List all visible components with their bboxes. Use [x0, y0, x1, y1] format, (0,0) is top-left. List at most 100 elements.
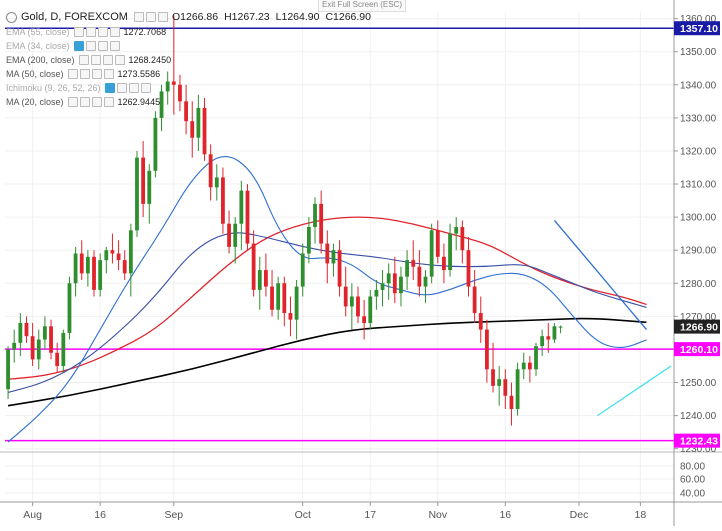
candle-body [184, 101, 189, 122]
candle-body [221, 177, 225, 224]
candle-body [331, 250, 336, 264]
eye-icon [133, 12, 144, 22]
candle-body [110, 250, 115, 254]
candle-body [546, 336, 551, 340]
price-label-text: 1260.10 [680, 344, 718, 356]
candle-body [171, 81, 176, 85]
candle-body [337, 250, 342, 287]
candle-body [73, 253, 78, 284]
candle-body [454, 227, 459, 234]
candle-body [55, 352, 60, 366]
price-tick-label: 1240.00 [680, 411, 717, 422]
time-tick-label: Sep [164, 509, 183, 521]
candle-body [442, 256, 446, 271]
legend-ichimoku[interactable]: Ichimoku (9, 26, 52, 26) [6, 81, 155, 94]
price-tick-label: 1280.00 [680, 279, 717, 290]
legend-ema-200[interactable]: EMA (200, close) 1268.2450 [6, 53, 171, 66]
time-tick-label: 17 [364, 509, 376, 521]
candle-body [497, 379, 502, 386]
candle-body [349, 296, 354, 307]
trendline [553, 220, 648, 331]
ohlc-close: C1266.90 [325, 11, 371, 23]
time-tick-label: Oct [295, 509, 311, 521]
symbol-logo-icon [6, 11, 17, 23]
sub-tick-label: 40.00 [680, 489, 705, 500]
candle-body [392, 273, 397, 294]
candle-body [558, 326, 563, 328]
price-tick-label: 1250.00 [680, 378, 717, 389]
candle-body [399, 276, 403, 294]
candle-body [49, 326, 53, 353]
candle-body [196, 107, 201, 138]
candle-body [263, 270, 268, 287]
candle-body [503, 379, 508, 396]
candle-body [165, 81, 170, 92]
symbol-name[interactable]: Gold, D, FOREXCOM [21, 11, 128, 23]
candle-body [515, 369, 520, 409]
candle-body [98, 260, 103, 290]
candle-body [509, 395, 514, 409]
candle-body [405, 260, 410, 277]
legend-ma-50[interactable]: MA (50, close) 1273.5586 [6, 67, 160, 80]
sub-tick-label: 80.00 [680, 462, 705, 473]
legend-tool-icons [73, 40, 120, 51]
sub-tick-label: 60.00 [680, 475, 705, 486]
price-label-text: 1266.90 [680, 322, 718, 334]
candle-body [423, 276, 428, 287]
symbol-tool-icons[interactable] [133, 12, 168, 22]
time-tick-label: 18 [635, 509, 647, 521]
candle-body [104, 250, 109, 261]
candle-body [417, 266, 422, 287]
candle-body [411, 260, 416, 267]
candle-body [325, 243, 330, 264]
candle-body [527, 362, 532, 370]
candle-body [79, 253, 84, 274]
price-tick-label: 1350.00 [680, 47, 717, 58]
price-tick-label: 1290.00 [680, 246, 717, 257]
candle-body [257, 270, 262, 290]
legend-ema-34[interactable]: EMA (34, close) [6, 39, 124, 52]
candle-body [18, 322, 23, 343]
settings-icon [145, 12, 156, 22]
candle-body [460, 227, 465, 251]
indicator-lines [7, 156, 647, 443]
candle-body [233, 223, 238, 247]
candle-body [202, 107, 207, 155]
candle-body [147, 170, 152, 204]
candle-body [534, 346, 538, 370]
legend-ema-55[interactable]: EMA (55, close) 1272.7068 [6, 25, 166, 38]
candle-body [356, 296, 360, 317]
time-tick-label: 16 [94, 509, 106, 521]
legend-ma-20[interactable]: MA (20, close) 1262.9445 [6, 95, 160, 108]
candle-body [30, 336, 35, 360]
candle-body [159, 91, 164, 118]
candle-body [491, 369, 495, 386]
candle-body [116, 253, 121, 261]
ohlc-open: O1266.86 [171, 11, 219, 23]
price-label-text: 1357.10 [680, 23, 718, 35]
time-tick-label: Nov [428, 509, 447, 521]
series-line [7, 317, 647, 407]
candle-body [521, 362, 526, 370]
candle-body [306, 227, 311, 254]
candle-body [374, 289, 379, 297]
candle-body [429, 230, 434, 277]
candle-body [208, 154, 213, 188]
candle-body [472, 286, 477, 314]
candle-body [552, 326, 557, 340]
series-line [7, 156, 647, 443]
candle-body [276, 283, 281, 310]
candle-body [61, 332, 66, 366]
candle-body [245, 190, 250, 244]
legend-tool-icons [67, 96, 114, 107]
candle-body [12, 342, 17, 350]
candle-body [313, 203, 317, 228]
candle-body [300, 253, 305, 287]
candle-body [380, 283, 385, 290]
candle-body [251, 243, 256, 290]
legend-tool-icons [73, 26, 120, 37]
candle-body [227, 223, 231, 247]
candle-body [24, 322, 29, 337]
legend-tool-icons [78, 54, 125, 65]
price-tick-label: 1300.00 [680, 213, 717, 224]
